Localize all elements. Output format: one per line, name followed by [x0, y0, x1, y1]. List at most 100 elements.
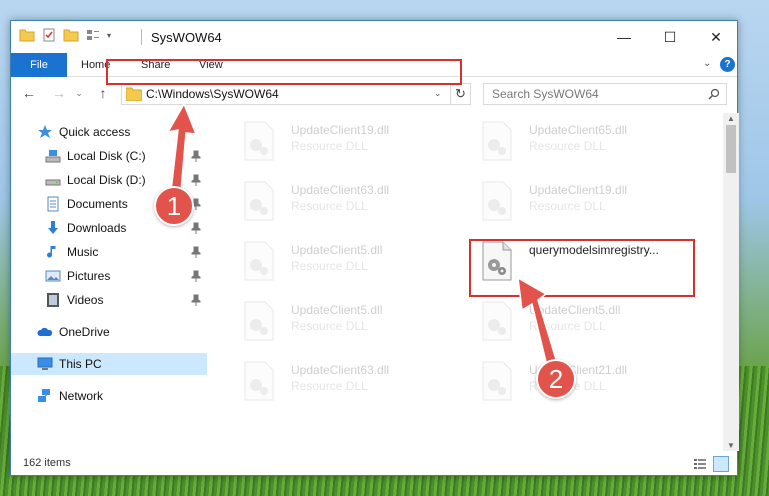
sidebar-item-local-disk-c[interactable]: Local Disk (C:): [11, 145, 207, 167]
forward-arrow-icon[interactable]: →: [51, 85, 67, 101]
file-item[interactable]: UpdateClient5.dll Resource DLL: [467, 297, 697, 349]
sidebar-item-videos[interactable]: Videos: [11, 289, 207, 311]
disk-icon: [45, 179, 61, 186]
new-folder-icon[interactable]: [63, 27, 79, 43]
address-dropdown-icon[interactable]: ⌄: [434, 88, 442, 99]
file-description: Resource DLL: [291, 379, 368, 393]
sidebar-item-label: This PC: [59, 357, 102, 371]
customize-toolbar-icon[interactable]: ▾: [107, 31, 111, 40]
file-description: Resource DLL: [529, 199, 606, 213]
file-item[interactable]: UpdateClient63.dll Resource DLL: [229, 177, 459, 229]
step-1-badge: 1: [154, 186, 194, 226]
address-bar[interactable]: C:\Windows\SysWOW64 ⌄: [121, 83, 451, 105]
refresh-button[interactable]: ↻: [451, 83, 471, 105]
file-name: UpdateClient19.dll: [291, 123, 390, 137]
dll-file-icon: [244, 241, 274, 281]
dll-file-icon: [482, 181, 512, 221]
file-description: Resource DLL: [291, 199, 368, 213]
sidebar-item-network[interactable]: Network: [11, 385, 207, 407]
file-item[interactable]: UpdateClient5.dll Resource DLL: [229, 237, 459, 289]
explorer-window: ▾ SysWOW64 — ☐ ✕ File Home Share View ⌄ …: [10, 20, 739, 476]
search-input[interactable]: Search SysWOW64: [483, 83, 727, 105]
onedrive-icon: [37, 327, 53, 336]
pictures-icon: [45, 270, 61, 282]
step-2-badge: 2: [536, 359, 576, 399]
refresh-icon: ↻: [455, 86, 466, 101]
close-button[interactable]: ✕: [693, 21, 739, 53]
network-icon: [38, 389, 50, 402]
documents-icon: [47, 196, 59, 212]
quick-access-toolbar: ▾: [19, 27, 111, 43]
folder-icon[interactable]: [19, 27, 35, 43]
file-description: Resource DLL: [291, 319, 368, 333]
folder-icon: [126, 87, 142, 101]
sidebar-item-label: Documents: [67, 197, 128, 211]
pin-icon[interactable]: [191, 246, 201, 258]
file-description: Resource DLL: [291, 139, 368, 153]
title-separator: [141, 29, 142, 45]
details-view-icon[interactable]: [693, 457, 707, 471]
recent-locations-icon[interactable]: ⌄: [71, 85, 87, 101]
window-title: SysWOW64: [151, 30, 222, 45]
sidebar-item-onedrive[interactable]: OneDrive: [11, 321, 207, 343]
sidebar-item-quick-access[interactable]: Quick access: [11, 121, 207, 143]
sidebar-item-music[interactable]: Music: [11, 241, 207, 263]
search-placeholder: Search SysWOW64: [492, 87, 599, 101]
file-name: UpdateClient5.dll: [529, 303, 621, 317]
scroll-up-icon[interactable]: ▲: [727, 114, 735, 123]
minimize-button[interactable]: —: [601, 21, 647, 53]
up-arrow-icon[interactable]: ↑: [95, 85, 111, 101]
downloads-icon: [48, 221, 58, 234]
tiles-view-icon[interactable]: [713, 456, 729, 472]
sidebar-item-this-pc[interactable]: This PC: [11, 353, 207, 375]
file-item[interactable]: UpdateClient21.dll Resource DLL: [467, 357, 697, 409]
file-item[interactable]: UpdateClient19.dll Resource DLL: [467, 177, 697, 229]
pin-icon[interactable]: [191, 150, 201, 162]
vertical-scrollbar[interactable]: ▲ ▼: [723, 113, 739, 451]
item-count: 162 items: [23, 457, 71, 469]
dll-file-icon: [244, 181, 274, 221]
pin-icon[interactable]: [191, 270, 201, 282]
file-highlight-box: [469, 239, 695, 297]
address-path[interactable]: C:\Windows\SysWOW64: [146, 87, 279, 101]
view-options-icon[interactable]: [85, 27, 101, 43]
pin-icon[interactable]: [191, 174, 201, 186]
file-item[interactable]: UpdateClient63.dll Resource DLL: [229, 357, 459, 409]
sidebar-item-label: OneDrive: [59, 325, 110, 339]
videos-icon: [47, 293, 59, 307]
file-description: Resource DLL: [529, 319, 606, 333]
file-name: UpdateClient63.dll: [291, 183, 390, 197]
dll-file-icon: [482, 121, 512, 161]
sidebar-item-label: Videos: [67, 293, 104, 307]
file-name: UpdateClient65.dll: [529, 123, 628, 137]
sidebar-item-label: Pictures: [67, 269, 111, 283]
file-name: UpdateClient5.dll: [291, 243, 383, 257]
file-item[interactable]: UpdateClient65.dll Resource DLL: [467, 117, 697, 169]
scroll-down-icon[interactable]: ▼: [727, 441, 735, 450]
music-icon: [47, 246, 56, 258]
file-item[interactable]: UpdateClient5.dll Resource DLL: [229, 297, 459, 349]
navigation-pane: Quick access Local Disk (C:) Local Disk …: [11, 113, 207, 451]
status-bar: 162 items: [11, 453, 737, 475]
pin-icon[interactable]: [191, 294, 201, 306]
dll-file-icon: [244, 301, 274, 341]
file-description: Resource DLL: [529, 139, 606, 153]
pin-icon[interactable]: [191, 222, 201, 234]
file-name: UpdateClient63.dll: [291, 363, 390, 377]
tab-file[interactable]: File: [11, 53, 67, 77]
file-name: UpdateClient19.dll: [529, 183, 628, 197]
title-bar: ▾ SysWOW64 — ☐ ✕: [11, 21, 737, 53]
back-arrow-icon[interactable]: ←: [21, 85, 37, 101]
star-icon: [38, 125, 52, 138]
sidebar-item-pictures[interactable]: Pictures: [11, 265, 207, 287]
dll-file-icon: [482, 361, 512, 401]
properties-icon[interactable]: [41, 27, 57, 43]
sidebar-item-label: Quick access: [59, 125, 131, 139]
file-item[interactable]: UpdateClient19.dll Resource DLL: [229, 117, 459, 169]
disk-icon: [45, 150, 61, 163]
computer-icon: [37, 357, 53, 370]
help-button[interactable]: ?: [720, 57, 735, 72]
scrollbar-thumb[interactable]: [726, 125, 736, 173]
expand-ribbon-icon[interactable]: ⌄: [703, 58, 711, 69]
maximize-button[interactable]: ☐: [647, 21, 693, 53]
